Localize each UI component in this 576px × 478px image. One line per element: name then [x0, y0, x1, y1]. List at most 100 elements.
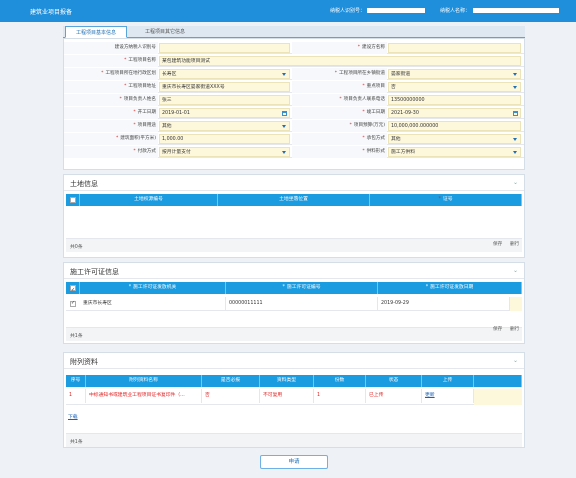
text-field[interactable]: 1,000.00: [159, 134, 290, 144]
caret-down-icon[interactable]: [513, 138, 517, 141]
field-label-text: 工程项目所在地行政区划: [105, 71, 156, 76]
attachment-index: 1: [66, 389, 86, 403]
text-field[interactable]: 10,000,000.000000: [388, 121, 521, 131]
chevron-down-icon[interactable]: ⌄: [513, 357, 518, 364]
column-header: 土地坐落位置: [218, 194, 370, 206]
required-mark: *: [362, 149, 365, 154]
caret-down-icon[interactable]: [513, 151, 517, 154]
land-delete-row-button[interactable]: 删行: [510, 241, 519, 247]
permit-count: 共1条: [70, 334, 83, 339]
field-label-text: 建设方纳税人识别号: [114, 45, 156, 50]
field-value: 10,000,000.000000: [391, 124, 439, 129]
field-value: 否: [391, 85, 396, 90]
permit-table-footer: 共1条: [66, 327, 522, 341]
field-label-text: 项目负责人联系电话: [343, 97, 385, 102]
select-all-checkbox[interactable]: [70, 197, 76, 203]
text-field[interactable]: [159, 43, 290, 53]
permit-number-cell[interactable]: 00000011111: [226, 297, 378, 311]
tab-basic-info[interactable]: 工程项目基本信息: [65, 26, 128, 38]
field-label-text: 项目预算(万元): [353, 123, 385, 128]
field-value: 按月计量支付: [162, 150, 191, 155]
column-header: 上传: [422, 375, 474, 387]
required-mark: *: [438, 197, 441, 202]
text-field[interactable]: 13500000000: [388, 95, 521, 105]
field-label-text: 项目负责人姓名: [123, 97, 156, 102]
field-value: 2021-09-30: [391, 111, 419, 116]
basic-info-form: 建设方纳税人识别号 * 建设方名称 * 工程项目名称 某包建筑功能项目测试 * 工程项目所在地…: [63, 38, 525, 170]
text-field[interactable]: 重庆市长寿区晏家街道XXX号: [159, 82, 290, 92]
required-mark: *: [334, 71, 338, 76]
select[interactable]: 否: [388, 82, 521, 92]
column-header: * 施工许可证发放日期: [378, 282, 522, 294]
permit-section: 施工许可证信息 ⌄ *施工许可证发放机关 *施工许可证编号 *施工许可证发放日期…: [63, 262, 525, 344]
column-header: 序号: [66, 375, 86, 387]
column-header: 附列资料名称: [86, 375, 202, 387]
required-mark: *: [124, 84, 127, 89]
row-checkbox[interactable]: [70, 300, 76, 307]
select[interactable]: 其他: [159, 121, 290, 131]
date-field[interactable]: 2019-01-01: [159, 108, 290, 118]
field-label: * 项目负责人姓名: [64, 94, 158, 106]
field-value: 重庆市长寿区晏家街道XXX号: [162, 85, 225, 90]
select[interactable]: 按月计量支付: [159, 147, 290, 157]
table-row[interactable]: 重庆市长寿区 00000011111 2019-09-29: [66, 297, 522, 311]
app-title: 建筑业项目报备: [30, 9, 73, 16]
form-row: * 工程项目名称 某包建筑功能项目测试: [64, 55, 524, 67]
land-save-button[interactable]: 保存: [493, 241, 502, 247]
permit-date-cell[interactable]: 2019-09-29: [378, 297, 510, 311]
select-all-checkbox[interactable]: [70, 284, 76, 294]
land-count: 共0条: [70, 245, 83, 250]
calendar-icon[interactable]: [282, 111, 287, 116]
field-label: * 工程项目所在地行政区划: [64, 68, 158, 80]
land-table-header: 土地权源编号 土地坐落位置 * 证号: [66, 194, 522, 206]
calendar-icon[interactable]: [513, 111, 518, 116]
field-value: 施工方供料: [391, 150, 415, 155]
required-mark: *: [133, 149, 136, 154]
permit-issuer-cell[interactable]: 重庆市长寿区: [80, 297, 226, 311]
field-value: 长寿区: [162, 72, 177, 77]
required-mark: *: [362, 136, 365, 141]
form-row: * 开工日期 2019-01-01 * 竣工日期 2021-09-30: [64, 107, 524, 119]
land-info-header[interactable]: 土地信息 ⌄: [64, 175, 524, 191]
attachments-header[interactable]: 附列资料 ⌄: [64, 353, 524, 369]
form-row: * 项目用途 其他 * 项目预算(万元) 10,000,000.000000: [64, 120, 524, 132]
caret-down-icon[interactable]: [282, 125, 286, 128]
text-field[interactable]: 某包建筑功能项目测试: [159, 56, 521, 66]
text-field[interactable]: 张三: [159, 95, 290, 105]
field-label-text: 供料形式: [366, 149, 385, 154]
permit-save-button[interactable]: 保存: [493, 326, 502, 332]
select[interactable]: 其他: [388, 134, 521, 144]
field-label-text: 工程项目地址: [128, 84, 156, 89]
download-link[interactable]: 下载: [68, 413, 78, 420]
permit-table-header: *施工许可证发放机关 *施工许可证编号 *施工许可证发放日期: [66, 282, 522, 294]
select[interactable]: 晏家街道: [388, 69, 521, 79]
form-row: * 项目负责人姓名 张三 * 项目负责人联系电话 13500000000: [64, 94, 524, 106]
field-label: * 项目预算(万元): [292, 120, 387, 132]
caret-down-icon[interactable]: [513, 86, 517, 89]
apply-button[interactable]: 申请: [260, 455, 328, 469]
required-mark: *: [115, 136, 119, 141]
select[interactable]: 长寿区: [159, 69, 290, 79]
required-mark: *: [119, 97, 122, 102]
text-field[interactable]: [388, 43, 521, 53]
field-label-text: 工程项目所在乡镇街道: [339, 71, 385, 76]
field-label: * 建设方名称: [292, 42, 387, 54]
permit-delete-row-button[interactable]: 删行: [510, 326, 519, 332]
attachment-update-link[interactable]: 更新: [425, 393, 435, 398]
caret-down-icon[interactable]: [282, 73, 286, 76]
select[interactable]: 施工方供料: [388, 147, 521, 157]
chevron-down-icon[interactable]: ⌄: [513, 179, 518, 186]
chevron-down-icon[interactable]: ⌄: [513, 267, 518, 274]
caret-down-icon[interactable]: [282, 151, 286, 154]
field-value: 13500000000: [391, 98, 425, 103]
top-bar: 建筑业项目报备 纳税人识别号： 纳税人名称：: [0, 0, 576, 22]
field-label-text: 竣工日期: [366, 110, 385, 115]
tab-other-info[interactable]: 工程项目其它信息: [135, 26, 195, 38]
permit-header[interactable]: 施工许可证信息 ⌄: [64, 263, 524, 279]
attachments-table-footer: 共1条: [66, 433, 522, 447]
caret-down-icon[interactable]: [513, 73, 517, 76]
required-mark: *: [133, 110, 136, 115]
date-field[interactable]: 2021-09-30: [388, 108, 521, 118]
attachments-table-header: 序号 附列资料名称 是否必报 资料类型 份数 状态 上传: [66, 375, 522, 387]
taxpayer-name-label: 纳税人名称：: [440, 8, 471, 14]
